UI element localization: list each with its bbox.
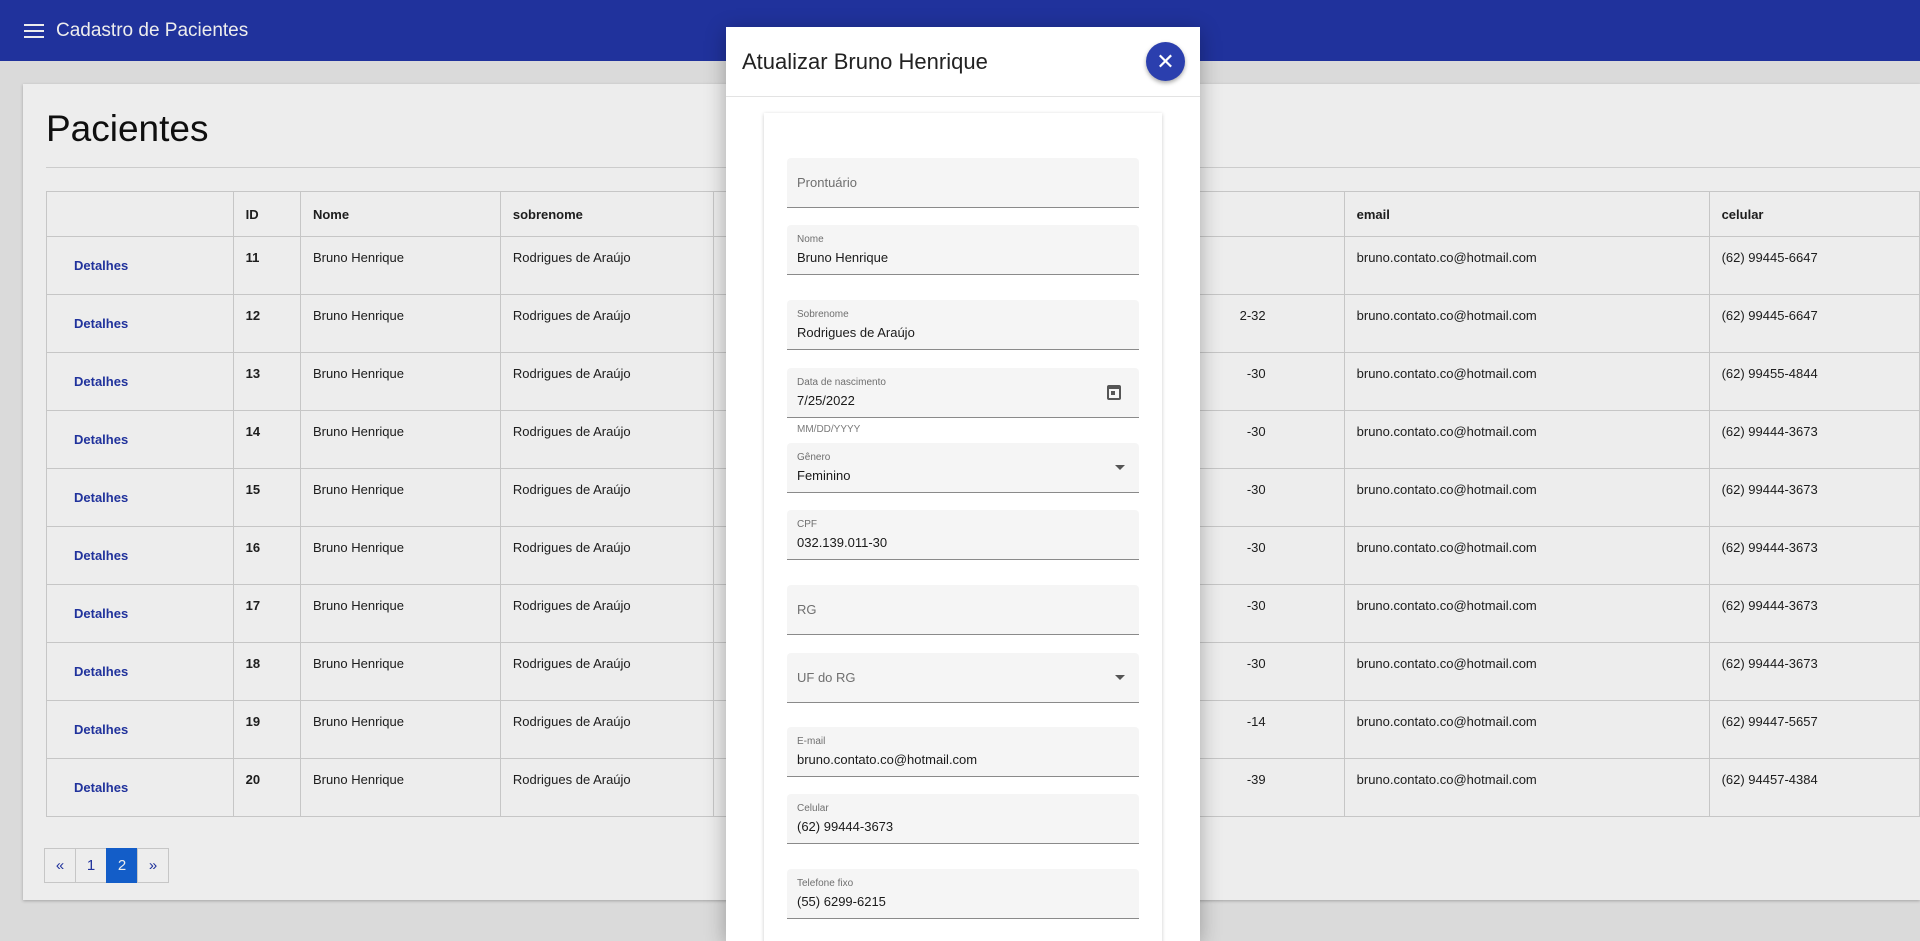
update-patient-modal: Atualizar Bruno Henrique ✕ Prontuário No… xyxy=(726,27,1200,941)
prontuario-placeholder: Prontuário xyxy=(797,175,857,190)
sobrenome-label: Sobrenome xyxy=(797,309,849,320)
rg-field[interactable]: RG xyxy=(787,585,1139,635)
nascimento-hint: MM/DD/YYYY xyxy=(797,424,861,435)
cpf-field[interactable]: CPF 032.139.011-30 xyxy=(787,510,1139,560)
uf-rg-placeholder: UF do RG xyxy=(797,670,856,685)
nome-field[interactable]: Nome Bruno Henrique xyxy=(787,225,1139,275)
sobrenome-value: Rodrigues de Araújo xyxy=(797,325,915,340)
prontuario-field[interactable]: Prontuário xyxy=(787,158,1139,208)
patient-form: Prontuário Nome Bruno Henrique Sobrenome… xyxy=(764,113,1162,941)
nascimento-label: Data de nascimento xyxy=(797,377,886,388)
chevron-down-icon xyxy=(1115,465,1125,470)
nascimento-field[interactable]: Data de nascimento 7/25/2022 xyxy=(787,368,1139,418)
telefone-value: (55) 6299-6215 xyxy=(797,894,886,909)
email-value: bruno.contato.co@hotmail.com xyxy=(797,752,978,767)
email-field[interactable]: E-mail bruno.contato.co@hotmail.com xyxy=(787,727,1139,777)
sobrenome-field[interactable]: Sobrenome Rodrigues de Araújo xyxy=(787,300,1139,350)
nome-value: Bruno Henrique xyxy=(797,250,889,265)
email-label: E-mail xyxy=(797,736,826,747)
close-icon: ✕ xyxy=(1156,48,1175,74)
close-button[interactable]: ✕ xyxy=(1146,42,1185,81)
nome-label: Nome xyxy=(797,234,824,245)
telefone-field[interactable]: Telefone fixo (55) 6299-6215 xyxy=(787,869,1139,919)
nascimento-value: 7/25/2022 xyxy=(797,393,855,408)
celular-value: (62) 99444-3673 xyxy=(797,819,894,834)
genero-select[interactable]: Gênero Feminino xyxy=(787,443,1139,493)
modal-title: Atualizar Bruno Henrique xyxy=(742,49,988,74)
telefone-label: Telefone fixo xyxy=(797,878,854,889)
celular-field[interactable]: Celular (62) 99444-3673 xyxy=(787,794,1139,844)
modal-header: Atualizar Bruno Henrique ✕ xyxy=(726,27,1200,97)
genero-label: Gênero xyxy=(797,452,831,463)
cpf-value: 032.139.011-30 xyxy=(797,535,888,550)
calendar-icon[interactable] xyxy=(1107,385,1121,400)
chevron-down-icon xyxy=(1115,675,1125,680)
genero-value: Feminino xyxy=(797,468,851,483)
cpf-label: CPF xyxy=(797,519,817,530)
celular-label: Celular xyxy=(797,803,829,814)
rg-placeholder: RG xyxy=(797,602,817,617)
uf-rg-select[interactable]: UF do RG xyxy=(787,653,1139,703)
